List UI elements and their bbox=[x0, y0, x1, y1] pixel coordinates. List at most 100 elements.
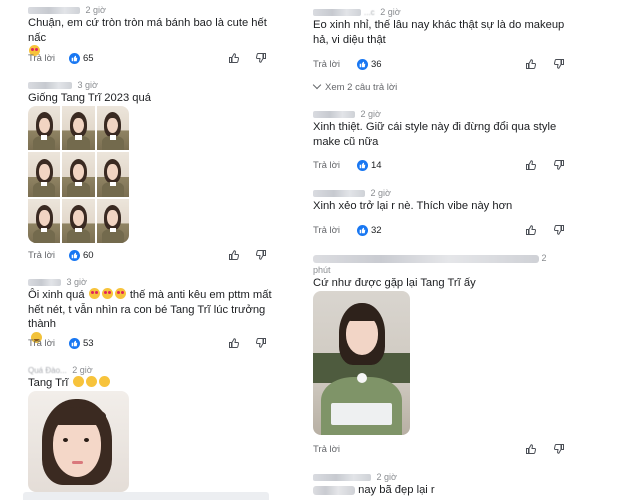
author-name-blurred bbox=[313, 485, 355, 495]
comment-item: Quá Đào... 2 giờ Tang Trĩ bbox=[28, 364, 278, 391]
comment-actions: Trả lời 32 bbox=[313, 225, 568, 239]
comment-actions: Trả lời 53 bbox=[28, 338, 268, 352]
comment-photo[interactable] bbox=[28, 391, 129, 492]
comment-time: 2 giờ bbox=[72, 365, 93, 375]
author-name-blurred[interactable] bbox=[313, 254, 539, 263]
thumbs-down-icon[interactable] bbox=[553, 443, 565, 455]
comment-time: 2 giờ bbox=[376, 472, 397, 482]
comment-actions: Trả lời 65 bbox=[28, 53, 268, 67]
comment-meta: 3 giờ bbox=[28, 79, 278, 91]
author-name-blurred[interactable] bbox=[28, 7, 80, 15]
comment-item: 3 giờ Giống Tang Trĩ 2023 quá bbox=[28, 79, 278, 106]
reply-button[interactable]: Trả lời bbox=[28, 53, 55, 64]
comment-item: 2 phút Cứ như được gặp lại Tang Trĩ ấy bbox=[313, 252, 573, 291]
comment-text: Eo xinh nhỉ, thế lâu nay khác thật sự là… bbox=[313, 19, 565, 46]
chevron-down-icon bbox=[312, 80, 322, 90]
thumbs-down-icon[interactable] bbox=[553, 159, 565, 171]
comment-meta: 2 giờ bbox=[313, 108, 573, 120]
thumbs-down-icon[interactable] bbox=[553, 58, 565, 70]
like-count[interactable]: 53 bbox=[69, 338, 94, 349]
photo-tile bbox=[62, 106, 95, 151]
bottom-scroll-bar bbox=[23, 492, 269, 500]
like-reaction-icon bbox=[69, 338, 80, 349]
comment-actions: Trả lời 60 bbox=[28, 250, 268, 264]
thumbs-up-icon[interactable] bbox=[525, 159, 537, 171]
comment-actions: Trả lời 14 bbox=[313, 160, 568, 174]
like-reaction-icon bbox=[69, 250, 80, 261]
bowing-emoji-icon bbox=[98, 376, 110, 387]
comment-actions: Trả lời bbox=[313, 444, 568, 458]
author-name-blurred[interactable] bbox=[313, 474, 371, 482]
comment-meta: Quá Đào... 2 giờ bbox=[28, 364, 278, 376]
author-name-blurred[interactable] bbox=[28, 279, 61, 287]
comment-photo-collage[interactable] bbox=[28, 106, 129, 243]
thumbs-down-icon[interactable] bbox=[255, 52, 267, 64]
author-name[interactable]: Quá Đào... bbox=[28, 365, 67, 377]
author-name-suffix: ...c bbox=[364, 7, 375, 17]
comment-time: 3 giờ bbox=[66, 277, 87, 287]
comment-meta: 2 giờ bbox=[28, 4, 278, 16]
comment-item: 2 giờ Xinh xẻo trở lại r nè. Thích vibe … bbox=[313, 187, 573, 214]
thumbs-down-icon[interactable] bbox=[255, 249, 267, 261]
reply-button[interactable]: Trả lời bbox=[313, 59, 340, 70]
comment-item: 2 giờ Chuận, em cứ tròn tròn má bánh bao… bbox=[28, 4, 278, 60]
comment-time: 2 giờ bbox=[85, 5, 106, 15]
see-replies-link[interactable]: Xem 2 câu trả lời bbox=[312, 80, 397, 93]
like-reaction-icon bbox=[357, 59, 368, 70]
like-reaction-icon bbox=[69, 53, 80, 64]
thumbs-up-icon[interactable] bbox=[228, 337, 240, 349]
author-name-blurred[interactable] bbox=[313, 111, 355, 119]
comment-text: nay bã đẹp lại r bbox=[313, 483, 573, 498]
like-count[interactable]: 65 bbox=[69, 53, 94, 64]
photo-tile bbox=[28, 198, 61, 243]
heart-eyes-emoji-icon bbox=[88, 288, 100, 299]
like-count[interactable]: 14 bbox=[357, 160, 382, 171]
photo-tile bbox=[62, 198, 95, 243]
comment-meta: ...c 2 giờ bbox=[313, 6, 573, 18]
reply-button[interactable]: Trả lời bbox=[28, 250, 55, 261]
comment-time: 2 bbox=[541, 253, 547, 263]
author-name-blurred[interactable] bbox=[313, 190, 365, 198]
comment-meta: 2 phút bbox=[313, 252, 573, 276]
comment-time-unit: phút bbox=[313, 265, 331, 275]
heart-eyes-emoji-icon bbox=[101, 288, 113, 299]
thumbs-down-icon[interactable] bbox=[553, 224, 565, 236]
comment-item: 2 giờ Xinh thiệt. Giữ cái style này đi đ… bbox=[313, 108, 573, 149]
reply-button[interactable]: Trả lời bbox=[313, 225, 340, 236]
photo-tile bbox=[62, 152, 95, 197]
reply-button[interactable]: Trả lời bbox=[313, 160, 340, 171]
like-count[interactable]: 32 bbox=[357, 225, 382, 236]
comment-text: Cứ như được gặp lại Tang Trĩ ấy bbox=[313, 277, 476, 289]
like-reaction-icon bbox=[357, 160, 368, 171]
comment-time: 3 giờ bbox=[77, 80, 98, 90]
thumbs-up-icon[interactable] bbox=[525, 58, 537, 70]
like-count[interactable]: 60 bbox=[69, 250, 94, 261]
photo-tile bbox=[96, 106, 129, 151]
comment-time: 2 giờ bbox=[360, 109, 381, 119]
comment-item: 2 giờ nay bã đẹp lại r bbox=[313, 471, 573, 498]
comment-meta: 2 giờ bbox=[313, 471, 573, 483]
comment-text: Xinh thiệt. Giữ cái style này đi đừng đổ… bbox=[313, 121, 557, 148]
comment-time: 2 giờ bbox=[370, 188, 391, 198]
author-name-blurred[interactable] bbox=[313, 9, 361, 17]
comment-text: Xinh xẻo trở lại r nè. Thích vibe này hơ… bbox=[313, 200, 513, 212]
comment-text: Giống Tang Trĩ 2023 quá bbox=[28, 92, 151, 104]
comment-item: 3 giờ Ôi xinh quá thế mà anti kêu em ptt… bbox=[28, 276, 278, 346]
photo-tile bbox=[96, 152, 129, 197]
thumbs-up-icon[interactable] bbox=[525, 224, 537, 236]
comment-actions: Trả lời 36 bbox=[313, 59, 568, 73]
bowing-emoji-icon bbox=[85, 376, 97, 387]
like-reaction-icon bbox=[357, 225, 368, 236]
thumbs-up-icon[interactable] bbox=[228, 249, 240, 261]
author-name-blurred[interactable] bbox=[28, 82, 72, 90]
thumbs-down-icon[interactable] bbox=[255, 337, 267, 349]
reply-button[interactable]: Trả lời bbox=[313, 444, 340, 455]
thumbs-up-icon[interactable] bbox=[228, 52, 240, 64]
like-count[interactable]: 36 bbox=[357, 59, 382, 70]
thumbs-up-icon[interactable] bbox=[525, 443, 537, 455]
comment-text: Tang Trĩ bbox=[28, 376, 278, 391]
reply-button[interactable]: Trả lời bbox=[28, 338, 55, 349]
photo-tile bbox=[28, 152, 61, 197]
photo-tile bbox=[96, 198, 129, 243]
comment-photo[interactable] bbox=[313, 291, 410, 435]
